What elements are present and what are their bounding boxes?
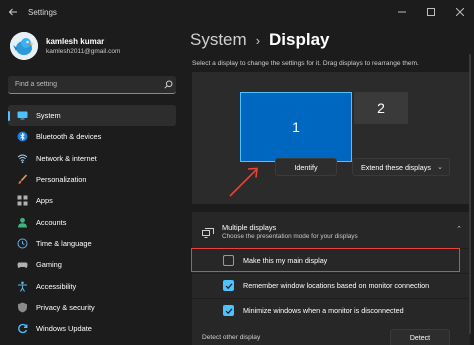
detect-other-display-label: Detect other display (202, 334, 261, 341)
breadcrumb-parent[interactable]: System (190, 30, 247, 50)
page-title: Display (269, 30, 330, 49)
main-display-option[interactable]: Make this my main display (192, 248, 470, 272)
sidebar-item-gaming[interactable]: Gaming (8, 254, 176, 275)
monitor-1[interactable]: 1 (240, 92, 352, 162)
sidebar-item-label: System (36, 111, 61, 121)
maximize-button[interactable] (416, 0, 445, 24)
identify-button[interactable]: Identify (275, 158, 337, 176)
window-controls (387, 0, 474, 24)
system-icon (16, 110, 28, 122)
sidebar-item-privacy-security[interactable]: Privacy & security (8, 297, 176, 318)
sidebar-item-system[interactable]: System (8, 105, 176, 127)
display-mode-dropdown[interactable]: Extend these displays ⌄ (352, 158, 450, 176)
minimize-windows-checkbox[interactable] (223, 305, 234, 316)
windows-update-icon (16, 323, 28, 335)
apps-icon (16, 195, 28, 207)
sidebar-item-label: Accounts (36, 217, 67, 227)
search-icon[interactable] (160, 80, 176, 89)
chevron-down-icon: ⌄ (437, 164, 443, 171)
remember-window-locations-option[interactable]: Remember window locations based on monit… (192, 273, 470, 297)
checkmark-icon (225, 307, 232, 314)
close-button[interactable] (445, 0, 474, 24)
sidebar: kamlesh kumar kamlesh2011@gmail.com Syst… (0, 24, 180, 345)
maximize-icon (426, 8, 435, 16)
sidebar-item-label: Windows Update (36, 324, 92, 334)
main-display-checkbox[interactable] (223, 255, 234, 266)
remember-window-locations-checkbox[interactable] (223, 280, 234, 291)
accounts-icon (16, 216, 28, 228)
sidebar-item-label: Bluetooth & devices (36, 132, 102, 142)
search-box[interactable] (8, 76, 176, 94)
avatar (10, 32, 38, 60)
sidebar-item-accounts[interactable]: Accounts (8, 211, 176, 232)
sidebar-nav: System Bluetooth & devices Network & int… (8, 105, 176, 339)
profile[interactable]: kamlesh kumar kamlesh2011@gmail.com (10, 32, 120, 60)
title-bar: Settings (0, 0, 474, 24)
multiple-displays-subtitle: Choose the presentation mode for your di… (222, 233, 358, 240)
chevron-up-icon[interactable]: ⌃ (456, 225, 462, 233)
scrollbar[interactable] (469, 54, 471, 334)
detect-button[interactable]: Detect (390, 329, 450, 345)
sidebar-item-apps[interactable]: Apps (8, 190, 176, 211)
gaming-icon (16, 259, 28, 271)
display-instructions: Select a display to change the settings … (192, 60, 419, 67)
brush-icon (16, 174, 28, 186)
minimize-icon (397, 11, 406, 13)
display-mode-value: Extend these displays (361, 162, 431, 172)
chevron-right-icon: › (255, 32, 261, 48)
globe-clock-icon (16, 237, 28, 249)
option-label: Make this my main display (243, 256, 328, 265)
monitor-2-label: 2 (377, 100, 385, 116)
breadcrumb: System › Display (190, 30, 330, 50)
accessibility-icon (16, 280, 28, 292)
shield-icon (16, 301, 28, 313)
multiple-displays-icon (202, 225, 214, 243)
back-arrow-icon (8, 8, 17, 16)
minimize-windows-option[interactable]: Minimize windows when a monitor is disco… (192, 298, 470, 322)
profile-email: kamlesh2011@gmail.com (46, 48, 121, 55)
close-icon (455, 8, 464, 16)
bird-avatar-icon (10, 32, 38, 60)
profile-name: kamlesh kumar (46, 37, 105, 46)
network-icon (16, 152, 28, 164)
checkmark-icon (225, 282, 232, 289)
bluetooth-icon (16, 131, 28, 143)
multiple-displays-title: Multiple displays (222, 223, 277, 232)
multiple-displays-panel: Multiple displays Choose the presentatio… (192, 212, 470, 345)
sidebar-item-label: Gaming (36, 260, 62, 270)
search-input[interactable] (8, 81, 160, 88)
multiple-displays-header[interactable]: Multiple displays Choose the presentatio… (192, 212, 470, 248)
sidebar-item-label: Accessibility (36, 281, 77, 291)
option-label: Minimize windows when a monitor is disco… (243, 306, 404, 315)
sidebar-item-label: Time & language (36, 238, 92, 248)
monitor-2[interactable]: 2 (354, 92, 408, 124)
back-button[interactable] (4, 3, 22, 21)
sidebar-item-bluetooth[interactable]: Bluetooth & devices (8, 126, 176, 147)
sidebar-item-time-language[interactable]: Time & language (8, 233, 176, 254)
option-label: Remember window locations based on monit… (243, 281, 430, 290)
sidebar-item-personalization[interactable]: Personalization (8, 169, 176, 190)
sidebar-item-label: Personalization (36, 175, 87, 185)
app-title: Settings (28, 7, 57, 17)
sidebar-item-label: Privacy & security (36, 302, 95, 312)
sidebar-item-label: Network & internet (36, 153, 97, 163)
sidebar-item-label: Apps (36, 196, 53, 206)
annotation-arrow-icon (229, 167, 258, 197)
sidebar-item-windows-update[interactable]: Windows Update (8, 318, 176, 339)
monitor-1-label: 1 (292, 119, 300, 135)
minimize-button[interactable] (387, 0, 416, 24)
sidebar-item-accessibility[interactable]: Accessibility (8, 275, 176, 296)
sidebar-item-network[interactable]: Network & internet (8, 148, 176, 169)
